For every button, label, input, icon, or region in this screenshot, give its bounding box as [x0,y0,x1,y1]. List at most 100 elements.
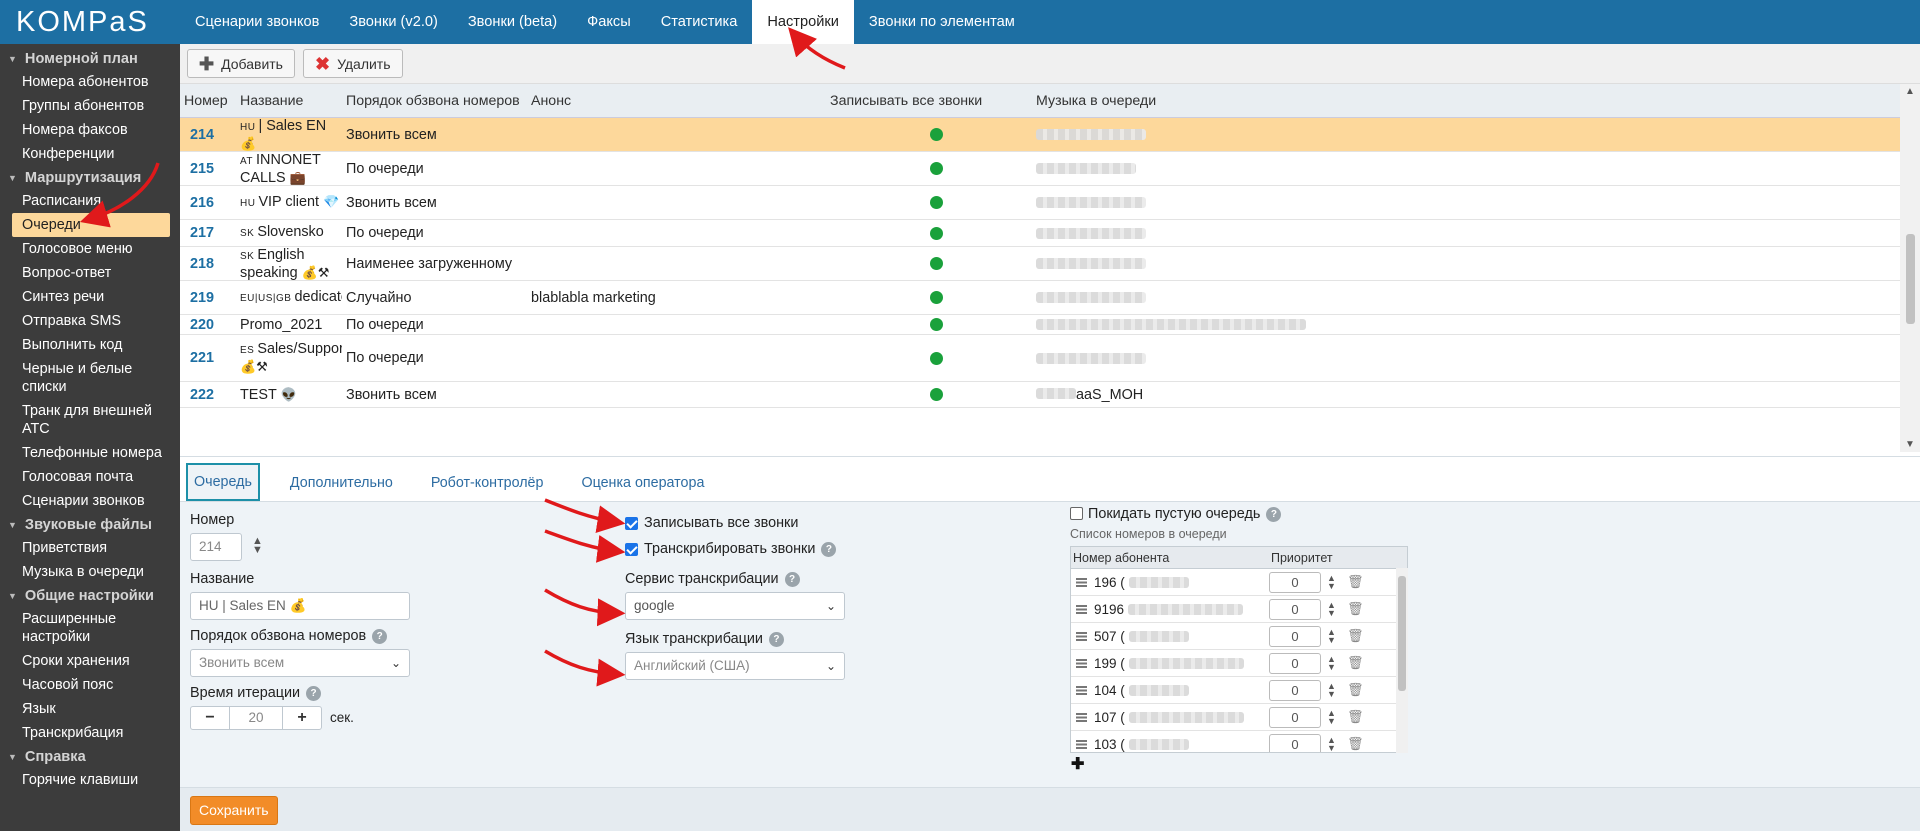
topnav-tab[interactable]: Сценарии звонков [180,0,334,44]
priority-input[interactable]: 0 [1269,598,1321,620]
sidebar-item[interactable]: Номера факсов [0,118,180,142]
sidebar-item[interactable]: Очереди [12,213,170,237]
increment-button[interactable]: + [282,706,322,730]
trash-icon[interactable]: 🗑 [1347,628,1364,644]
sidebar-item[interactable]: Голосовая почта [0,465,180,489]
sidebar-item[interactable]: Номера абонентов [0,70,180,94]
members-scrollbar[interactable] [1396,568,1408,753]
save-button[interactable]: Сохранить [190,796,278,825]
sidebar-item[interactable]: Голосовое меню [0,237,180,261]
sidebar-item[interactable]: Группы абонентов [0,94,180,118]
priority-spin-icon[interactable]: ▲ ▼ [1327,601,1336,618]
sidebar-item[interactable]: Транскрибация [0,721,180,745]
table-scrollbar[interactable]: ▲ ▼ [1900,84,1920,452]
priority-spin-icon[interactable]: ▲ ▼ [1327,682,1336,699]
number-spin-icon[interactable]: ▲ ▼ [252,536,263,556]
trash-icon[interactable]: 🗑 [1347,574,1364,590]
drag-handle-icon[interactable] [1076,739,1087,749]
drag-handle-icon[interactable] [1076,604,1087,614]
sidebar-item[interactable]: Горячие клавиши [0,768,180,792]
priority-spin-icon[interactable]: ▲ ▼ [1327,574,1336,591]
sidebar-item[interactable]: Синтез речи [0,285,180,309]
col-header-music[interactable]: Музыка в очереди [1032,93,1332,109]
priority-spin-icon[interactable]: ▲ ▼ [1327,736,1336,753]
member-row[interactable]: 9196 0 ▲ ▼ 🗑 [1071,596,1407,623]
help-icon[interactable]: ? [372,628,388,644]
topnav-tab[interactable]: Звонки (v2.0) [334,0,452,44]
col-header-announce[interactable]: Анонс [527,93,826,109]
tab-robot-controller[interactable]: Робот-контролёр [423,465,552,501]
priority-input[interactable]: 0 [1269,706,1321,728]
table-row[interactable]: 218 SK English speaking 💰⚒ Наименее загруже… [180,247,1900,281]
scroll-up-icon[interactable]: ▲ [1905,86,1915,97]
decrement-button[interactable]: − [190,706,230,730]
table-row[interactable]: 222 TEST 👽 Звонить всем aaS_MOH [180,382,1900,408]
sidebar-item[interactable]: Выполнить код [0,333,180,357]
drag-handle-icon[interactable] [1076,577,1087,587]
member-row[interactable]: 199 (0 ▲ ▼ 🗑 [1071,650,1407,677]
sidebar-item[interactable]: Язык [0,697,180,721]
record-all-checkbox[interactable] [625,517,638,530]
delete-button[interactable]: ✖ Удалить [302,49,403,78]
tab-additional[interactable]: Дополнительно [282,465,401,501]
sidebar-item[interactable]: Музыка в очереди [0,560,180,584]
priority-input[interactable]: 0 [1269,625,1321,647]
add-button[interactable]: ✚ Добавить [187,49,295,78]
trash-icon[interactable]: 🗑 [1347,682,1364,698]
iteration-input[interactable]: 20 [229,706,283,730]
member-row[interactable]: 507 (0 ▲ ▼ 🗑 [1071,623,1407,650]
table-row[interactable]: 214 HU | Sales EN 💰 Звонить всем [180,118,1900,152]
members-scroll-thumb[interactable] [1398,576,1406,691]
priority-spin-icon[interactable]: ▲ ▼ [1327,655,1336,672]
sidebar-item[interactable]: Конференции [0,142,180,166]
trash-icon[interactable]: 🗑 [1347,655,1364,671]
drag-handle-icon[interactable] [1076,712,1087,722]
topnav-tab[interactable]: Факсы [572,0,646,44]
name-input[interactable]: HU | Sales EN 💰 [190,592,410,620]
priority-input[interactable]: 0 [1269,733,1321,752]
number-input[interactable]: 214 [190,533,242,561]
table-row[interactable]: 220 Promo_2021 По очереди [180,315,1900,335]
sidebar-item[interactable]: Сроки хранения [0,649,180,673]
help-icon[interactable]: ? [768,631,784,647]
sidebar-item[interactable]: Расписания [0,189,180,213]
col-header-order[interactable]: Порядок обзвона номеров [342,93,527,109]
member-row[interactable]: 104 (0 ▲ ▼ 🗑 [1071,677,1407,704]
priority-spin-icon[interactable]: ▲ ▼ [1327,709,1336,726]
table-row[interactable]: 215 AT INNONET CALLS 💼 По очереди [180,152,1900,186]
topnav-tab[interactable]: Звонки (beta) [453,0,572,44]
sidebar-item[interactable]: Приветствия [0,536,180,560]
sidebar-item[interactable]: Расширенные настройки [0,607,180,649]
sidebar-item[interactable]: Отправка SMS [0,309,180,333]
member-row[interactable]: 196 (0 ▲ ▼ 🗑 [1071,569,1407,596]
scroll-down-icon[interactable]: ▼ [1905,439,1915,450]
help-icon[interactable]: ? [784,571,800,587]
drag-handle-icon[interactable] [1076,658,1087,668]
language-select[interactable]: Английский (США) ⌄ [625,652,845,680]
table-row[interactable]: 216 HU VIP client 💎 Звонить всем [180,186,1900,220]
sidebar-section[interactable]: ▼ Звуковые файлы [0,513,180,536]
sidebar-item[interactable]: Сценарии звонков [0,489,180,513]
col-header-record[interactable]: Записывать все звонки [826,93,1032,109]
sidebar-section[interactable]: ▼ Общие настройки [0,584,180,607]
trash-icon[interactable]: 🗑 [1347,601,1364,617]
table-row[interactable]: 221 ES Sales/Support 💰⚒ По очереди [180,335,1900,382]
table-row[interactable]: 217 SK Slovensko По очереди [180,220,1900,247]
col-header-name[interactable]: Название [236,93,342,109]
add-member-icon[interactable]: ✚ [1071,754,1084,774]
table-row[interactable]: 219 EU|US|GBdedicatedСлучайно blablabla ma… [180,281,1900,315]
drag-handle-icon[interactable] [1076,631,1087,641]
priority-spin-icon[interactable]: ▲ ▼ [1327,628,1336,645]
sidebar-item[interactable]: Транк для внешней АТС [0,399,180,441]
sidebar-section[interactable]: ▼ Справка [0,745,180,768]
priority-input[interactable]: 0 [1269,679,1321,701]
col-header-number[interactable]: Номер [180,93,236,109]
priority-input[interactable]: 0 [1269,571,1321,593]
sidebar-item[interactable]: Телефонные номера [0,441,180,465]
sidebar-item[interactable]: Часовой пояс [0,673,180,697]
sidebar-item[interactable]: Черные и белые списки [0,357,180,399]
tab-queue[interactable]: Очередь [186,463,260,501]
topnav-tab[interactable]: Статистика [646,0,753,44]
scroll-thumb[interactable] [1906,234,1915,324]
service-select[interactable]: google ⌄ [625,592,845,620]
